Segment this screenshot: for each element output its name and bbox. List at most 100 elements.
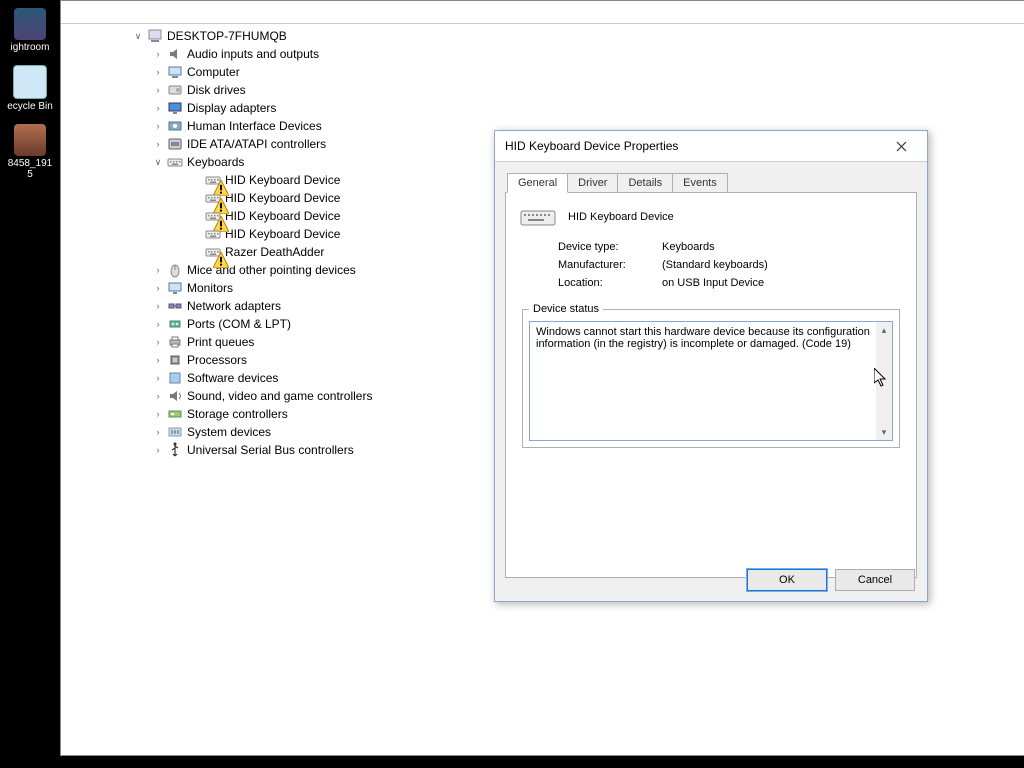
scroll-down-icon[interactable]: ▾	[876, 424, 892, 440]
expand-icon[interactable]: ›	[151, 47, 165, 61]
audio-icon	[167, 46, 183, 62]
tree-category[interactable]: ›Computer	[61, 63, 1024, 81]
pc-icon	[147, 28, 163, 44]
status-scrollbar[interactable]: ▴ ▾	[876, 322, 892, 440]
tree-category[interactable]: › Disk drives	[61, 81, 1024, 99]
tab-general[interactable]: General	[507, 173, 568, 193]
expand-icon[interactable]: ›	[151, 101, 165, 115]
warning-overlay-icon	[213, 198, 223, 208]
tab-events[interactable]: Events	[673, 173, 728, 193]
mouse-icon	[167, 262, 183, 278]
label-device-type: Device type:	[558, 241, 658, 253]
tree-item-label: HID Keyboard Device	[225, 191, 340, 205]
device-name: HID Keyboard Device	[568, 211, 674, 223]
desktop-icon-image	[14, 8, 46, 40]
expander-placeholder	[189, 191, 203, 205]
device-manager-toolbar	[61, 1, 1024, 24]
keyboard-icon	[167, 154, 183, 170]
expand-icon[interactable]: ›	[151, 299, 165, 313]
label-manufacturer: Manufacturer:	[558, 259, 658, 271]
tree-item-label: Keyboards	[187, 155, 244, 169]
tree-item-label: HID Keyboard Device	[225, 227, 340, 241]
tree-item-label: DESKTOP-7FHUMQB	[167, 29, 287, 43]
computer-icon	[167, 64, 183, 80]
desktop-icon[interactable]: ecycle Bin	[6, 65, 54, 112]
tree-item-label: System devices	[187, 425, 271, 439]
keyboard-icon	[205, 190, 221, 206]
tree-category[interactable]: ›Display adapters	[61, 99, 1024, 117]
tree-item-label: Disk drives	[187, 83, 246, 97]
tree-item-label: Print queues	[187, 335, 254, 349]
device-header: HID Keyboard Device	[520, 207, 902, 227]
dialog-tabs: GeneralDriverDetailsEvents	[495, 162, 927, 192]
expand-icon[interactable]: ›	[151, 65, 165, 79]
value-location: on USB Input Device	[662, 277, 764, 289]
usb-icon	[167, 442, 183, 458]
tab-details[interactable]: Details	[618, 173, 673, 193]
expand-icon[interactable]: ›	[151, 389, 165, 403]
network-icon	[167, 298, 183, 314]
device-property-list: Device type: Keyboards Manufacturer: (Stan…	[558, 241, 902, 289]
desktop-icon-label: ightroom	[6, 42, 54, 53]
expand-icon[interactable]: ›	[151, 119, 165, 133]
value-device-type: Keyboards	[662, 241, 715, 253]
device-status-legend: Device status	[529, 303, 603, 315]
tree-item-label: Universal Serial Bus controllers	[187, 443, 354, 457]
ok-button[interactable]: OK	[747, 569, 827, 591]
warning-overlay-icon	[213, 216, 223, 226]
tree-category[interactable]: ›Audio inputs and outputs	[61, 45, 1024, 63]
ide-icon	[167, 136, 183, 152]
close-icon	[896, 141, 907, 152]
desktop-icon-label: ecycle Bin	[6, 101, 54, 112]
expand-icon[interactable]: ›	[151, 137, 165, 151]
expand-icon[interactable]: ›	[151, 263, 165, 277]
expander-placeholder	[189, 227, 203, 241]
dialog-titlebar[interactable]: HID Keyboard Device Properties	[495, 131, 927, 162]
expand-icon[interactable]: ›	[151, 317, 165, 331]
expand-icon[interactable]: ›	[151, 335, 165, 349]
warning-overlay-icon	[213, 252, 223, 262]
cancel-button[interactable]: Cancel	[835, 569, 915, 591]
keyboard-icon	[205, 208, 221, 224]
expand-icon[interactable]: ›	[151, 371, 165, 385]
expand-icon[interactable]: ›	[151, 425, 165, 439]
tree-item-label: IDE ATA/ATAPI controllers	[187, 137, 326, 151]
value-manufacturer: (Standard keyboards)	[662, 259, 768, 271]
keyboard-icon	[205, 172, 221, 188]
tree-item-label: HID Keyboard Device	[225, 173, 340, 187]
monitor-icon	[167, 280, 183, 296]
expand-icon[interactable]: ›	[151, 281, 165, 295]
collapse-icon[interactable]: ∨	[131, 29, 145, 43]
expand-icon[interactable]: ›	[151, 443, 165, 457]
sound-icon	[167, 388, 183, 404]
collapse-icon[interactable]: ∨	[151, 155, 165, 169]
hid-icon	[167, 118, 183, 134]
keyboard-icon	[205, 226, 221, 242]
close-button[interactable]	[881, 134, 921, 158]
device-status-group: Device status Windows cannot start this …	[522, 303, 900, 448]
tree-item-label: Ports (COM & LPT)	[187, 317, 291, 331]
tree-item-label: Razer DeathAdder	[225, 245, 324, 259]
desktop-icon[interactable]: ightroom	[6, 8, 54, 53]
expand-icon[interactable]: ›	[151, 83, 165, 97]
expand-icon[interactable]: ›	[151, 407, 165, 421]
tree-root[interactable]: ∨ DESKTOP-7FHUMQB	[61, 27, 1024, 45]
tree-item-label: Monitors	[187, 281, 233, 295]
tab-panel-general: HID Keyboard Device Device type: Keyboard…	[505, 192, 917, 578]
desktop-icon-label: 8458_1915	[6, 158, 54, 180]
scroll-up-icon[interactable]: ▴	[876, 322, 892, 338]
tree-item-label: Storage controllers	[187, 407, 288, 421]
tree-item-label: Software devices	[187, 371, 278, 385]
tree-item-label: Human Interface Devices	[187, 119, 322, 133]
expander-placeholder	[189, 209, 203, 223]
expand-icon[interactable]: ›	[151, 353, 165, 367]
storage-icon	[167, 406, 183, 422]
disk-icon	[167, 82, 183, 98]
expander-placeholder	[189, 245, 203, 259]
expander-placeholder	[189, 173, 203, 187]
tab-driver[interactable]: Driver	[568, 173, 618, 193]
device-status-text[interactable]: Windows cannot start this hardware devic…	[529, 321, 893, 441]
desktop-icon[interactable]: 8458_1915	[6, 124, 54, 180]
cpu-icon	[167, 352, 183, 368]
keyboard-icon	[205, 244, 221, 260]
